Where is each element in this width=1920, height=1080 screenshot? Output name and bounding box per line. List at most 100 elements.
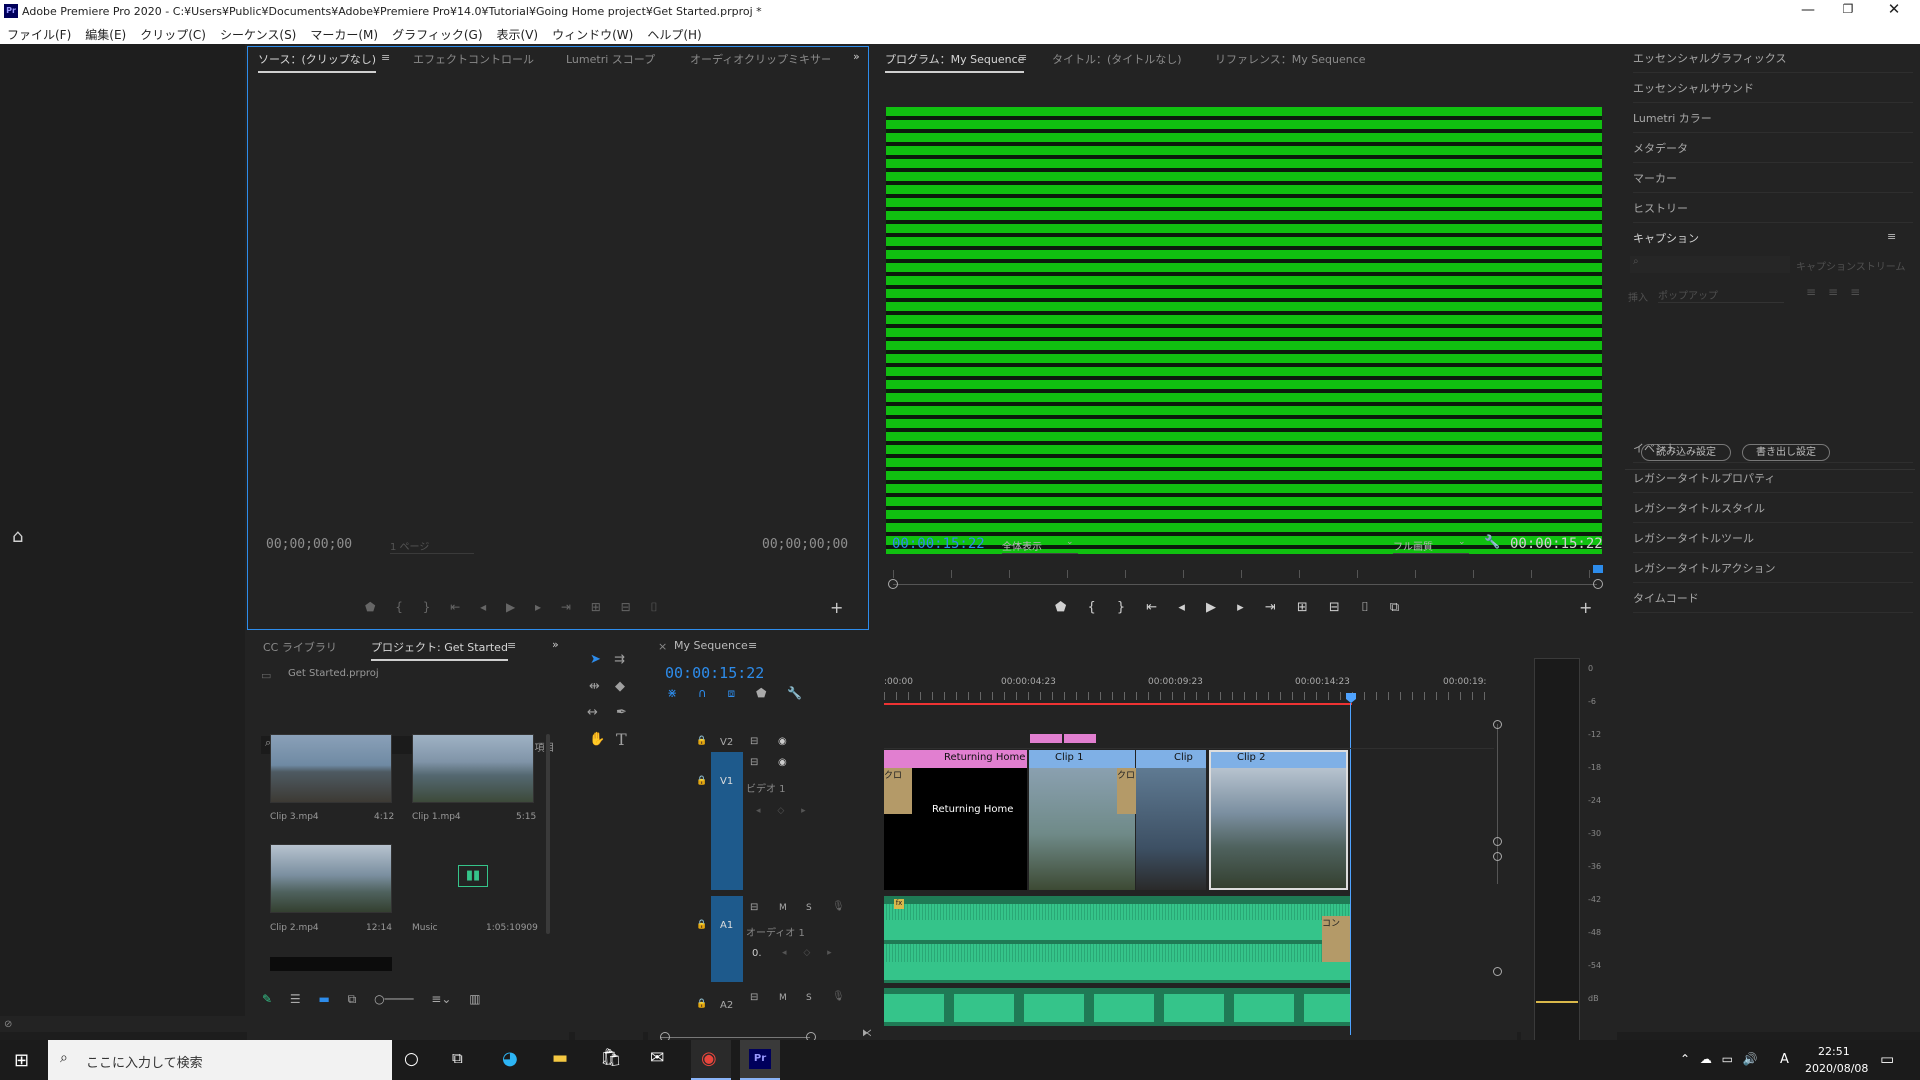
file-explorer-icon[interactable]: ▬: [552, 1048, 568, 1068]
chrome-taskbar-item[interactable]: ◉: [691, 1040, 731, 1080]
pencil-icon[interactable]: ✎: [262, 992, 272, 1006]
linked-selection-icon[interactable]: ⧈: [728, 686, 736, 700]
timeline-hscroll[interactable]: [660, 1037, 810, 1038]
panel-events[interactable]: イベント: [1633, 434, 1913, 463]
audio-transition[interactable]: コン: [1322, 916, 1350, 962]
pen-tool-icon[interactable]: ✒: [616, 705, 627, 720]
a1-mic-icon[interactable]: 🎙: [832, 901, 845, 912]
home-icon[interactable]: ⌂: [12, 526, 23, 547]
go-to-out-icon[interactable]: ⇥: [1265, 600, 1276, 615]
captions-menu-icon[interactable]: ≡: [1887, 230, 1896, 243]
v1-sync-icon[interactable]: ⊟: [750, 757, 758, 768]
chevron-right-icon[interactable]: »: [552, 638, 559, 651]
panel-history[interactable]: ヒストリー: [1633, 194, 1913, 223]
step-forward-icon[interactable]: ▸: [1237, 600, 1244, 615]
menu-window[interactable]: ウィンドウ(W): [545, 24, 640, 43]
tab-audio-clip-mixer[interactable]: オーディオクリップミキサー：: [690, 51, 830, 67]
a1-label[interactable]: A1: [720, 920, 733, 931]
task-view-icon[interactable]: ⧉: [452, 1049, 463, 1067]
menu-clip[interactable]: クリップ(C): [133, 24, 213, 43]
panel-lumetri-color[interactable]: Lumetri カラー: [1633, 104, 1913, 133]
panel-legacy-title-properties[interactable]: レガシータイトルプロパティ: [1633, 464, 1913, 493]
panel-legacy-title-tools[interactable]: レガシータイトルツール: [1633, 524, 1913, 553]
hand-tool-icon[interactable]: ✋: [589, 732, 605, 747]
play-icon[interactable]: ▶: [506, 600, 515, 614]
a2-audio-clip[interactable]: [884, 988, 1350, 1026]
compare-icon[interactable]: ⧉: [1390, 600, 1399, 615]
go-to-in-icon[interactable]: ⇤: [1146, 600, 1157, 615]
minimize-icon[interactable]: —: [1796, 2, 1820, 18]
panel-menu-icon[interactable]: ≡: [507, 639, 516, 652]
v2-eye-icon[interactable]: ◉: [778, 736, 787, 747]
tab-title[interactable]: タイトル：(タイトルなし): [1052, 51, 1182, 67]
camera-icon[interactable]: ⌷: [1361, 600, 1369, 615]
tab-program[interactable]: プログラム：My Sequence: [885, 51, 1025, 73]
a1-sync-icon[interactable]: ⊟: [750, 902, 758, 913]
work-area-bar[interactable]: [884, 703, 1352, 705]
vscroll-handle-3[interactable]: [1493, 852, 1502, 861]
clip[interactable]: Clip: [1136, 750, 1206, 890]
vscroll-handle-4[interactable]: [1493, 967, 1502, 976]
notification-icon[interactable]: ▭: [1880, 1050, 1894, 1068]
add-marker-icon[interactable]: ⬟: [756, 686, 766, 700]
snap-icon[interactable]: ∩: [698, 686, 707, 700]
edge-icon[interactable]: ◕: [502, 1048, 518, 1069]
nest-icon[interactable]: ⋇: [667, 686, 677, 700]
v1-keyframe-nav[interactable]: ◂ ◇ ▸: [756, 806, 806, 816]
step-back-icon[interactable]: ◂: [1178, 600, 1185, 615]
marker-icon[interactable]: ⬟: [365, 600, 375, 614]
mark-in-icon[interactable]: {: [1087, 600, 1095, 615]
insert-icon[interactable]: ⊞: [591, 600, 601, 614]
panel-metadata[interactable]: メタデータ: [1633, 134, 1913, 163]
wrench-icon[interactable]: 🔧: [1484, 535, 1500, 550]
v2-lock-icon[interactable]: 🔒: [696, 736, 707, 746]
lift-icon[interactable]: ⊞: [1297, 600, 1308, 615]
timeline-settings-icon[interactable]: 🔧: [787, 686, 802, 700]
type-tool-icon[interactable]: T: [616, 730, 627, 749]
premiere-taskbar-item[interactable]: Pr: [740, 1040, 780, 1080]
program-scrubber-end[interactable]: [1593, 579, 1603, 589]
menu-help[interactable]: ヘルプ(H): [640, 24, 708, 43]
a1-keyframe-nav[interactable]: ◂ ◇ ▸: [782, 948, 832, 958]
step-forward-icon[interactable]: ▸: [535, 600, 541, 614]
add-button-icon[interactable]: +: [830, 598, 843, 617]
program-playhead[interactable]: [1593, 565, 1603, 573]
close-sequence-icon[interactable]: ×: [658, 640, 667, 653]
step-back-icon[interactable]: ◂: [480, 600, 486, 614]
captions-search-input[interactable]: ⌕: [1630, 256, 1790, 273]
a1-lock-icon[interactable]: 🔒: [696, 920, 707, 930]
caption-position-select[interactable]: ポップアップ: [1658, 287, 1784, 303]
zoom-slider-icon[interactable]: ○────: [374, 992, 413, 1006]
vscroll-handle-2[interactable]: [1493, 837, 1502, 846]
taskbar-search-input[interactable]: ⌕ ここに入力して検索: [48, 1040, 392, 1080]
close-icon[interactable]: ✕: [1882, 0, 1906, 18]
list-view-icon[interactable]: ☰: [290, 992, 301, 1006]
panel-legacy-title-actions[interactable]: レガシータイトルアクション: [1633, 554, 1913, 583]
program-monitor-display[interactable]: [886, 107, 1602, 554]
overwrite-icon[interactable]: ⊟: [621, 600, 631, 614]
tab-source[interactable]: ソース：(クリップなし): [258, 51, 377, 73]
panel-timecode[interactable]: タイムコード: [1633, 584, 1913, 613]
a1-mute-button[interactable]: M: [779, 903, 787, 913]
align-icons[interactable]: ≡≡≡: [1806, 285, 1872, 299]
clock-date[interactable]: 2020/08/08: [1805, 1062, 1868, 1075]
v1-eye-icon[interactable]: ◉: [778, 757, 787, 768]
program-timecode-current[interactable]: 00:00:15:22: [892, 536, 985, 552]
icon-view-icon[interactable]: ▬: [318, 992, 329, 1006]
menu-graphics[interactable]: グラフィック(G): [385, 24, 489, 43]
menu-edit[interactable]: 編集(E): [78, 24, 133, 43]
v2-small-clip-2[interactable]: [1064, 734, 1096, 743]
a2-lock-icon[interactable]: 🔒: [696, 999, 707, 1009]
menu-sequence[interactable]: シーケンス(S): [213, 24, 303, 43]
panel-essential-sound[interactable]: エッセンシャルサウンド: [1633, 74, 1913, 103]
a1-audio-clip[interactable]: fx: [884, 896, 1350, 983]
automate-icon[interactable]: ▥: [469, 992, 480, 1006]
v1-target[interactable]: [711, 752, 743, 890]
a1-volume-knob[interactable]: 0.: [752, 948, 762, 959]
v2-sync-icon[interactable]: ⊟: [750, 736, 758, 747]
go-to-in-icon[interactable]: ⇤: [450, 600, 460, 614]
cross-dissolve-1[interactable]: クロ: [884, 768, 912, 814]
timeline-timecode[interactable]: 00:00:15:22: [665, 664, 764, 682]
windows-start-icon[interactable]: ⊞: [14, 1050, 29, 1071]
add-button-icon[interactable]: +: [1579, 598, 1592, 617]
